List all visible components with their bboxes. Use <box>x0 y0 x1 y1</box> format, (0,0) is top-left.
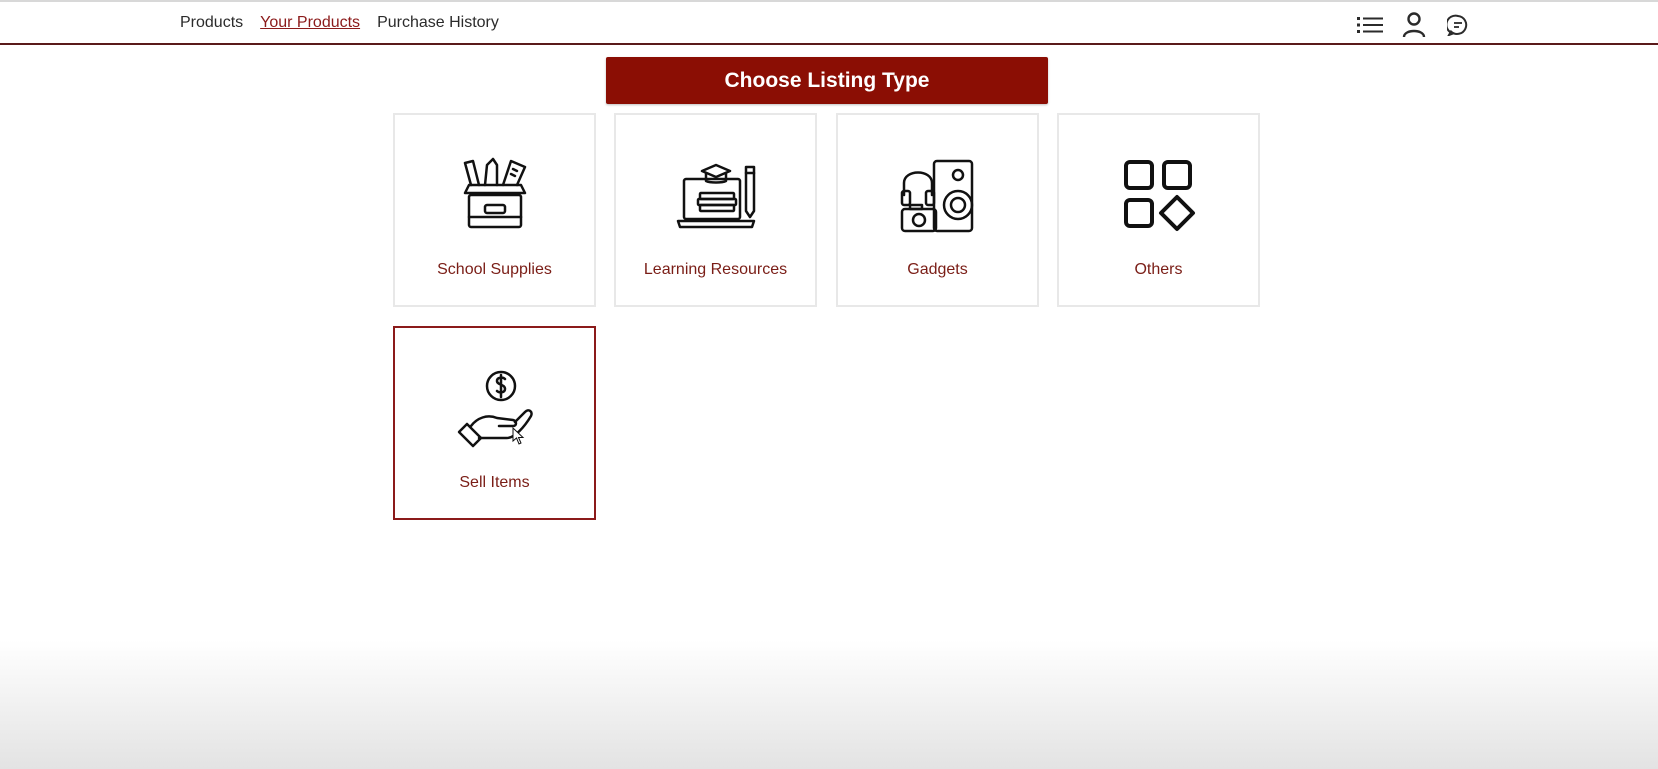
learning-resources-icon <box>676 155 756 235</box>
chat-icon[interactable] <box>1444 11 1472 39</box>
user-icon[interactable] <box>1400 11 1428 39</box>
school-supplies-icon <box>455 155 535 235</box>
card-label-gadgets: Gadgets <box>907 261 968 278</box>
card-label-others: Others <box>1134 261 1183 278</box>
nav-link-products[interactable]: Products <box>180 14 243 32</box>
card-others[interactable]: Others <box>1057 113 1260 307</box>
card-sell-items[interactable]: Sell Items <box>393 326 596 520</box>
list-icon[interactable] <box>1356 11 1384 39</box>
nav-link-purchase-history[interactable]: Purchase History <box>377 14 499 32</box>
nav-links: Products Your Products Purchase History <box>180 14 499 32</box>
choose-listing-type-banner: Choose Listing Type <box>606 57 1048 104</box>
gadgets-icon <box>898 155 978 235</box>
nav-icons <box>1356 11 1472 39</box>
card-school-supplies[interactable]: School Supplies <box>393 113 596 307</box>
card-gadgets[interactable]: Gadgets <box>836 113 1039 307</box>
card-label-learning-resources: Learning Resources <box>643 261 788 278</box>
top-nav-bar: Products Your Products Purchase History <box>0 0 1658 45</box>
nav-link-your-products[interactable]: Your Products <box>260 14 360 32</box>
card-learning-resources[interactable]: Learning Resources <box>614 113 817 307</box>
others-icon <box>1119 155 1199 235</box>
mouse-cursor-icon <box>512 427 525 445</box>
card-label-school-supplies: School Supplies <box>437 261 552 278</box>
card-label-sell-items: Sell Items <box>459 474 530 491</box>
page: Products Your Products Purchase History <box>0 0 1658 769</box>
